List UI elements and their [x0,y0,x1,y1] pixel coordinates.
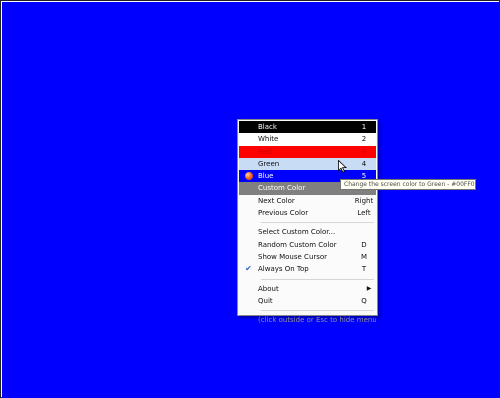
menu-item-red[interactable]: Red 3 [239,145,376,158]
menu-item-label: Quit [258,296,273,305]
menu-item-previous-color[interactable]: Previous Color Left [239,207,376,219]
menu-separator [261,310,374,312]
menu-item-random-custom-color[interactable]: Random Custom Color D [239,239,376,251]
mouse-pointer-icon [338,160,347,173]
menu-hint: (click outside or Esc to hide menu) [239,314,376,326]
context-menu: Black 1 White 2 Red 3 Green 4 Blue 5 Cus… [237,119,378,324]
shortcut-key: Left [357,209,371,218]
shortcut-key: 4 [361,159,367,168]
menu-item-about[interactable]: About ▶ [239,283,376,295]
menu-hint-text: (click outside or Esc to hide menu) [258,316,376,325]
menu-item-quit[interactable]: Quit Q [239,295,376,307]
shortcut-key: 2 [361,135,367,144]
shortcut-key: Q [361,296,367,305]
menu-item-label: Show Mouse Cursor [258,252,328,261]
shortcut-key: T [361,265,367,274]
current-color-dot-icon [244,172,253,181]
shortcut-key: 1 [361,123,367,131]
submenu-arrow-icon: ▶ [366,284,372,292]
menu-item-always-on-top[interactable]: ✔ Always On Top T [239,263,376,275]
menu-separator [261,278,374,280]
menu-item-label: Next Color [258,196,295,205]
menu-item-next-color[interactable]: Next Color Right [239,195,376,207]
menu-item-label: Black [258,123,277,131]
shortcut-key: Right [354,196,374,205]
menu-item-label: White [258,135,279,144]
color-tooltip: Change the screen color to Green - #00FF… [340,179,476,190]
checkmark-icon: ✔ [245,264,252,274]
menu-item-label: Random Custom Color [258,240,337,249]
shortcut-key: M [360,252,368,261]
shortcut-key: D [361,240,367,249]
menu-separator [261,222,374,224]
menu-item-label: Previous Color [258,209,309,218]
menu-item-select-custom-color[interactable]: Select Custom Color... [239,226,376,238]
menu-item-black[interactable]: Black 1 [239,121,376,134]
menu-item-show-mouse-cursor[interactable]: Show Mouse Cursor M [239,251,376,263]
menu-item-green[interactable]: Green 4 [239,157,376,171]
menu-item-label: Select Custom Color... [258,228,336,237]
shortcut-key: 3 [361,147,367,156]
menu-item-label: Red [258,147,272,156]
menu-item-white[interactable]: White 2 [239,133,376,146]
menu-item-label: About [258,284,279,293]
menu-item-label: Always On Top [258,265,309,274]
menu-item-label: Custom Color [258,184,306,193]
